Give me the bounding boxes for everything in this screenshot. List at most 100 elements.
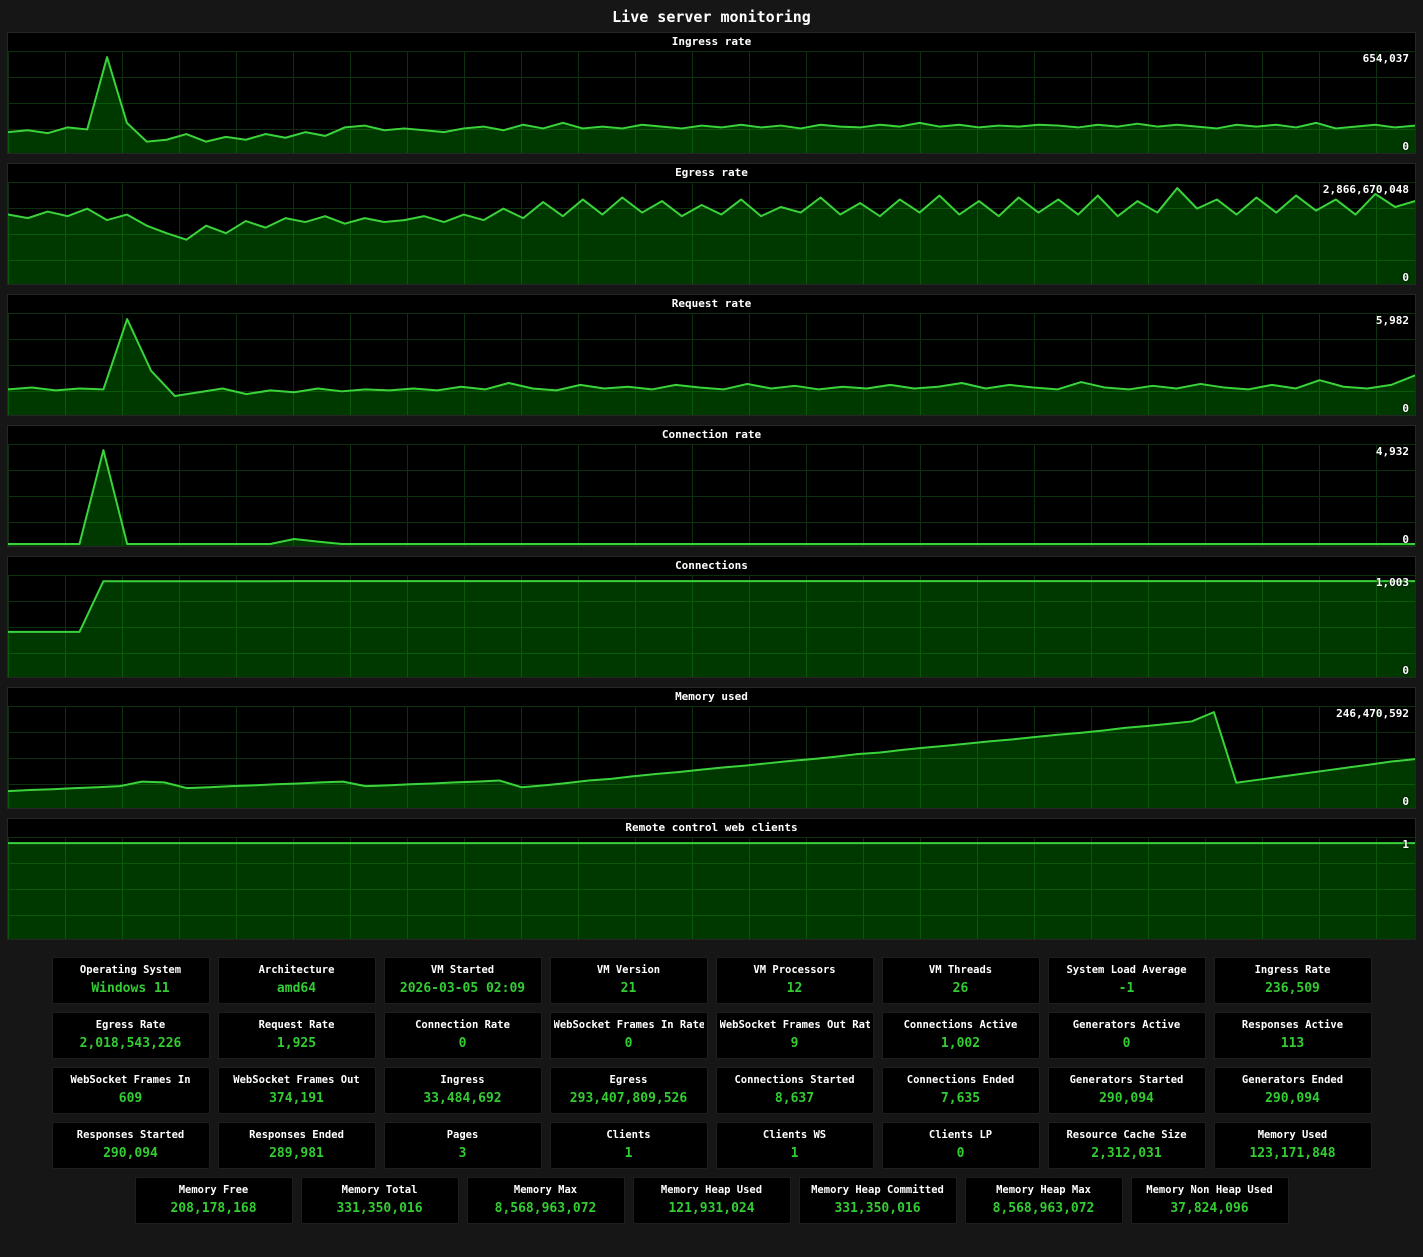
stat-tile-clients-ws: Clients WS1 — [716, 1122, 874, 1169]
stat-tile-pages: Pages 3 — [384, 1122, 542, 1169]
chart-panel-connection-rate: Connection rate 4,932 0 — [7, 425, 1416, 547]
chart-area-fill — [8, 712, 1415, 808]
stat-value: 121,931,024 — [637, 1201, 787, 1216]
stat-label: Pages — [388, 1129, 538, 1141]
stat-tile-egress-rate: Egress Rate2,018,543,226 — [52, 1012, 210, 1059]
chart-title-egress-rate: Egress rate — [8, 164, 1415, 182]
stat-tile-resource-cache-size: Resource Cache Size2,312,031 — [1048, 1122, 1206, 1169]
chart-plot-ingress-rate: 654,037 0 — [8, 51, 1415, 153]
chart-panel-remote-web-clients: Remote control web clients 1 — [7, 818, 1416, 940]
stat-label: VM Processors — [720, 964, 870, 976]
request-rate-line-chart — [8, 313, 1415, 415]
chart-area-fill — [8, 581, 1415, 677]
chart-panel-connections: Connections 1,003 0 — [7, 556, 1416, 678]
stat-value: 1 — [720, 1146, 870, 1161]
stat-tile-memory-heap-used: Memory Heap Used 121,931,024 — [633, 1177, 791, 1224]
stat-label: VM Threads — [886, 964, 1036, 976]
y-max-label: 4,932 — [1376, 445, 1409, 458]
stat-value: 12 — [720, 981, 870, 996]
chart-plot-request-rate: 5,982 0 — [8, 313, 1415, 415]
stat-value: 33,484,692 — [388, 1091, 538, 1106]
stat-tile-system-load-average: System Load Average -1 — [1048, 957, 1206, 1004]
y-max-label: 654,037 — [1363, 52, 1409, 65]
stat-label: Ingress — [388, 1074, 538, 1086]
stat-value: 0 — [554, 1036, 704, 1051]
stat-tile-clients-lp: Clients LP0 — [882, 1122, 1040, 1169]
stat-tile-connections-ended: Connections Ended7,635 — [882, 1067, 1040, 1114]
stat-label: Memory Total — [305, 1184, 455, 1196]
stat-label: Clients LP — [886, 1129, 1036, 1141]
stat-label: Generators Active — [1052, 1019, 1202, 1031]
stat-tile-responses-active: Responses Active113 — [1214, 1012, 1372, 1059]
stat-tile-memory-used: Memory Used123,171,848 — [1214, 1122, 1372, 1169]
chart-title-memory-used: Memory used — [8, 688, 1415, 706]
memory-used-line-chart — [8, 706, 1415, 808]
chart-title-request-rate: Request rate — [8, 295, 1415, 313]
stat-label: Memory Heap Used — [637, 1184, 787, 1196]
chart-panel-egress-rate: Egress rate 2,866,670,048 0 — [7, 163, 1416, 285]
stats-row-3: WebSocket Frames In609WebSocket Frames O… — [0, 1067, 1423, 1114]
stat-value: 290,094 — [1052, 1091, 1202, 1106]
stat-tile-vm-processors: VM Processors 12 — [716, 957, 874, 1004]
stat-tile-websocket-frames-out: WebSocket Frames Out374,191 — [218, 1067, 376, 1114]
stat-value: 331,350,016 — [803, 1201, 953, 1216]
stat-value: 8,568,963,072 — [969, 1201, 1119, 1216]
y-min-label: 0 — [1402, 533, 1409, 546]
stat-value: 293,407,809,526 — [554, 1091, 704, 1106]
stat-tile-generators-ended: Generators Ended290,094 — [1214, 1067, 1372, 1114]
stat-label: WebSocket Frames In Rate — [554, 1019, 704, 1031]
connections-line-chart — [8, 575, 1415, 677]
stat-value: 289,981 — [222, 1146, 372, 1161]
stat-tile-memory-total: Memory Total331,350,016 — [301, 1177, 459, 1224]
stat-tile-generators-active: Generators Active0 — [1048, 1012, 1206, 1059]
connection-rate-line-chart — [8, 444, 1415, 546]
stat-label: WebSocket Frames Out Rate — [720, 1019, 870, 1031]
y-max-label: 5,982 — [1376, 314, 1409, 327]
chart-title-remote-web-clients: Remote control web clients — [8, 819, 1415, 837]
stat-label: Memory Heap Max — [969, 1184, 1119, 1196]
stat-value: amd64 — [222, 981, 372, 996]
chart-title-connections: Connections — [8, 557, 1415, 575]
stat-label: Memory Non Heap Used — [1135, 1184, 1285, 1196]
stat-value: 208,178,168 — [139, 1201, 289, 1216]
chart-series-line — [8, 319, 1415, 396]
stat-label: Generators Started — [1052, 1074, 1202, 1086]
chart-title-ingress-rate: Ingress rate — [8, 33, 1415, 51]
stat-value: -1 — [1052, 981, 1202, 996]
stat-label: WebSocket Frames In — [56, 1074, 206, 1086]
chart-panel-ingress-rate: Ingress rate 654,037 0 — [7, 32, 1416, 154]
chart-panel-request-rate: Request rate 5,982 0 — [7, 294, 1416, 416]
y-min-label: 0 — [1402, 664, 1409, 677]
chart-plot-remote-web-clients: 1 — [8, 837, 1415, 939]
stat-tile-memory-heap-max: Memory Heap Max 8,568,963,072 — [965, 1177, 1123, 1224]
y-min-label: 0 — [1402, 140, 1409, 153]
stat-value: 1 — [554, 1146, 704, 1161]
stat-label: VM Version — [554, 964, 704, 976]
stat-label: WebSocket Frames Out — [222, 1074, 372, 1086]
stats-row-5: Memory Free208,178,168Memory Total331,35… — [0, 1177, 1423, 1224]
stat-tile-ingress-rate: Ingress Rate236,509 — [1214, 957, 1372, 1004]
stats-row-4: Responses Started290,094Responses Ended2… — [0, 1122, 1423, 1169]
egress-rate-line-chart — [8, 182, 1415, 284]
stat-label: Connections Active — [886, 1019, 1036, 1031]
stat-label: Memory Max — [471, 1184, 621, 1196]
stat-tile-websocket-frames-in-rate: WebSocket Frames In Rate 0 — [550, 1012, 708, 1059]
stat-value: 3 — [388, 1146, 538, 1161]
stat-label: Ingress Rate — [1218, 964, 1368, 976]
stat-label: System Load Average — [1052, 964, 1202, 976]
stat-label: Responses Started — [56, 1129, 206, 1141]
stat-value: 8,637 — [720, 1091, 870, 1106]
stat-tile-request-rate: Request Rate1,925 — [218, 1012, 376, 1059]
chart-plot-memory-used: 246,470,592 0 — [8, 706, 1415, 808]
stat-value: 290,094 — [56, 1146, 206, 1161]
stats-row-2: Egress Rate2,018,543,226Request Rate1,92… — [0, 1012, 1423, 1059]
chart-panel-memory-used: Memory used 246,470,592 0 — [7, 687, 1416, 809]
stat-tile-vm-started: VM Started2026-03-05 02:09 — [384, 957, 542, 1004]
stat-tile-vm-version: VM Version21 — [550, 957, 708, 1004]
chart-area-fill — [8, 319, 1415, 415]
y-min-label: 0 — [1402, 402, 1409, 415]
stat-tile-clients: Clients1 — [550, 1122, 708, 1169]
remote-web-clients-line-chart — [8, 837, 1415, 939]
stat-label: Resource Cache Size — [1052, 1129, 1202, 1141]
stat-label: Operating System — [56, 964, 206, 976]
